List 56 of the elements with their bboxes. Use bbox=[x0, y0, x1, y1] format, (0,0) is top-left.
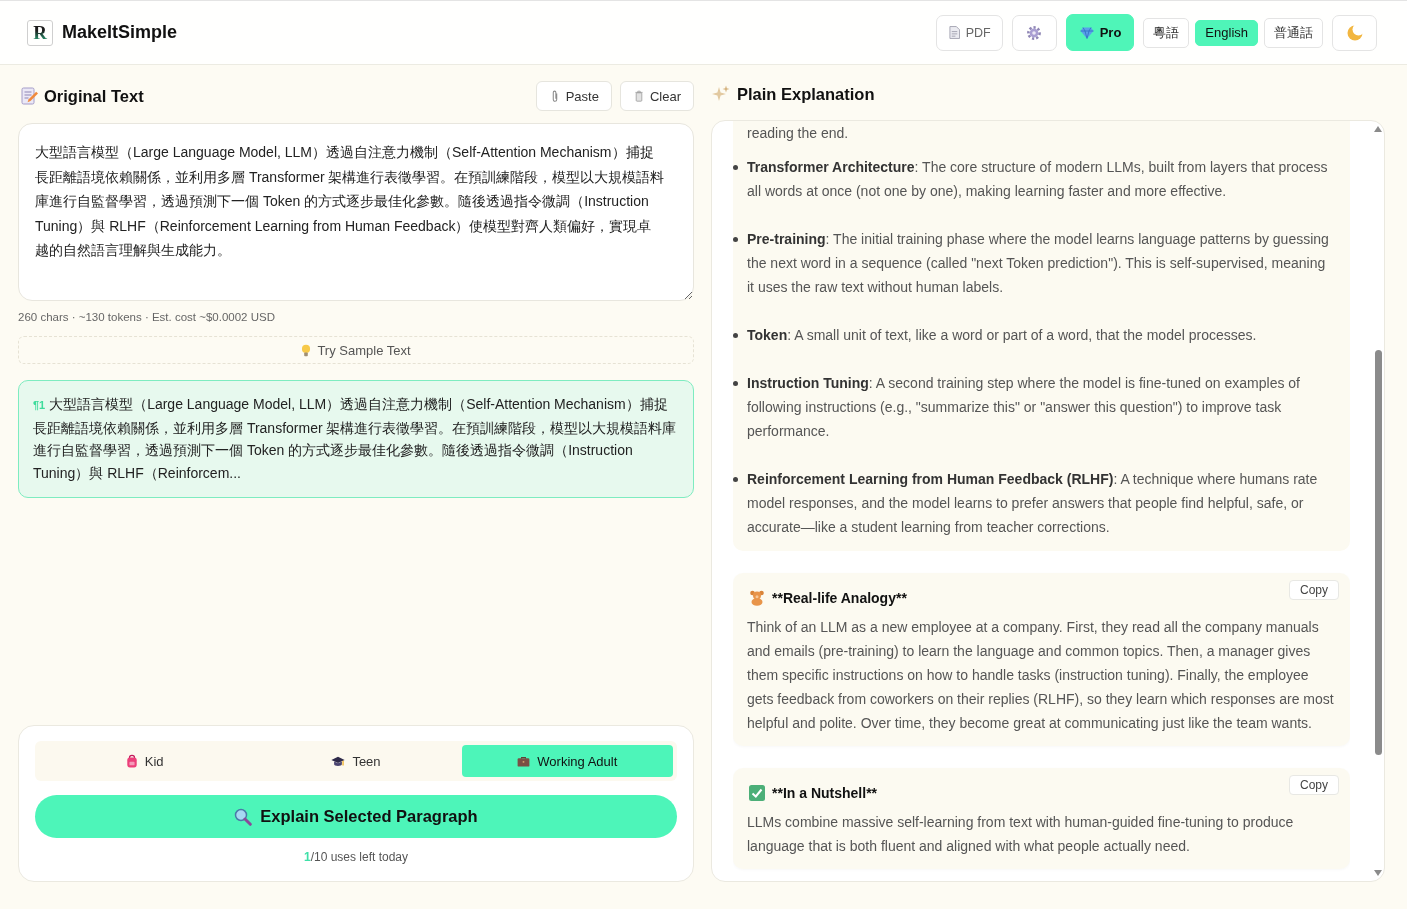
bullet-icon bbox=[733, 165, 738, 170]
scrollbar-thumb[interactable] bbox=[1374, 350, 1382, 755]
moon-icon bbox=[1346, 24, 1363, 41]
language-button[interactable]: English bbox=[1195, 19, 1258, 46]
language-button[interactable]: 粵語 bbox=[1143, 17, 1190, 48]
briefcase-icon bbox=[517, 755, 531, 767]
panel-title: Original Text bbox=[44, 86, 144, 106]
section-heading: **In a Nutshell** bbox=[772, 784, 878, 803]
document-icon bbox=[948, 26, 960, 39]
pdf-button[interactable]: PDF bbox=[935, 14, 1003, 51]
app-name: MakeItSimple bbox=[62, 22, 178, 43]
audience-tab[interactable]: Teen bbox=[250, 745, 462, 777]
try-sample-button[interactable]: Try Sample Text bbox=[18, 336, 694, 364]
term-definition: Reinforcement Learning from Human Feedback (RLHF): A technique where humans rate model responses, and the model learns to prefer answers that people find helpful, safe, or accurate—like a student learning from teacher corrections. bbox=[747, 470, 1319, 537]
check-mark-icon bbox=[749, 785, 765, 801]
panel-title: Plain Explanation bbox=[737, 84, 875, 104]
copy-button[interactable]: Copy bbox=[1289, 580, 1339, 600]
copy-button[interactable]: Copy bbox=[1289, 775, 1339, 795]
trash-icon bbox=[634, 90, 643, 102]
graduation-cap-icon bbox=[331, 755, 346, 767]
bullet-icon bbox=[733, 477, 738, 482]
term-definition: Instruction Tuning: A second training step where the model is fine-tuned on examples of following instructions (e.g., "summarize this" or "answer this question") to improve task performance. bbox=[747, 374, 1301, 441]
scroll-down-arrow-icon[interactable] bbox=[1374, 870, 1382, 876]
clear-button[interactable]: Clear bbox=[619, 81, 694, 111]
explanation-text: LLMs combine massive self-learning from text with human-guided fine-tuning to produce language that is both fluent and aligned with what people actually need. bbox=[747, 813, 1295, 856]
teddy-bear-icon bbox=[749, 590, 765, 606]
diamond-icon bbox=[1079, 26, 1094, 39]
bullet-icon bbox=[733, 381, 738, 386]
term-definition: Transformer Architecture: The core structure of modern LLMs, built from layers that process all words at once (not one by one), making learning faster and more effective. bbox=[747, 158, 1329, 201]
paste-button[interactable]: Paste bbox=[535, 81, 612, 111]
search-icon bbox=[234, 807, 253, 826]
lightbulb-icon bbox=[301, 343, 312, 357]
theme-toggle-button[interactable] bbox=[1332, 14, 1377, 51]
scroll-up-arrow-icon[interactable] bbox=[1374, 126, 1382, 132]
pro-button[interactable]: Pro bbox=[1065, 14, 1135, 51]
text-stats: 260 chars · ~130 tokens · Est. cost ~$0.0002 USD bbox=[18, 310, 276, 325]
paragraph-card[interactable]: ¶1 大型語言模型（Large Language Model, LLM）透過自注意力機制（Self-Attention Mechanism）捕捉長距離語境依賴關係，並利用多層 Transformer 架構進行表徵學習。在預訓練階段，模型以大規模語料庫進行自監督學習，透過預測下一個 Token 的方式逐步最佳化參數。隨後透過指令微調（Instruction Tuning）與 RLHF（Reinforcem... bbox=[18, 380, 694, 498]
section-heading: **Real-life Analogy** bbox=[772, 589, 907, 608]
explanation-text: Think of an LLM as a new employee at a company. First, they read all the company manuals and emails (pre-training) to learn the language and common topics. Then, a manager gives them specific instructions on how to handle tasks (instruction tuning). Finally, the employee gets feedback from coworkers on their replies (RLHF), so they learn which responses are most helpful and polite. Over time, they become great at communicating just like the team wants. bbox=[747, 618, 1335, 733]
term-definition: Token: A small unit of text, like a word or part of a word, that the model processes. bbox=[747, 326, 1257, 345]
explanation-text: reading the end. bbox=[747, 124, 850, 143]
gear-icon bbox=[1026, 24, 1043, 41]
logo-mark: R bbox=[27, 19, 53, 46]
term-definition: Pre-training: The initial training phase where the model learns language patterns by guessing the next word in a sequence (called "next Token prediction"). This is self-supervised, meaning it uses the raw text without human labels. bbox=[747, 230, 1330, 297]
text-input[interactable]: 大型語言模型（Large Language Model, LLM）透過自注意力機制（Self-Attention Mechanism）捕捉長距離語境依賴關係，並利用多層 Transformer 架構進行表徵學習。在預訓練階段，模型以大規模語料庫進行自監督學習，透過預測下一個 Token 的方式逐步最佳化參數。隨後透過指令微調（Instruction Tuning）與 RLHF（Reinforcement Learning from Human Feedback）使模型對齊人類偏好，實現卓越的自然語言理解與生成能力。 bbox=[18, 123, 694, 301]
bullet-icon bbox=[733, 237, 738, 242]
explain-button[interactable]: Explain Selected Paragraph bbox=[35, 795, 677, 838]
usage-counter: 1/10 uses left today bbox=[302, 850, 410, 864]
memo-icon bbox=[21, 87, 39, 105]
bullet-icon bbox=[733, 333, 738, 338]
paperclip-icon bbox=[550, 89, 559, 103]
backpack-icon bbox=[125, 754, 138, 768]
settings-button[interactable] bbox=[1011, 14, 1057, 51]
audience-tab[interactable]: Working Adult bbox=[461, 745, 673, 777]
audience-tab[interactable]: Kid bbox=[39, 745, 251, 777]
language-button[interactable]: 普通話 bbox=[1264, 17, 1323, 48]
